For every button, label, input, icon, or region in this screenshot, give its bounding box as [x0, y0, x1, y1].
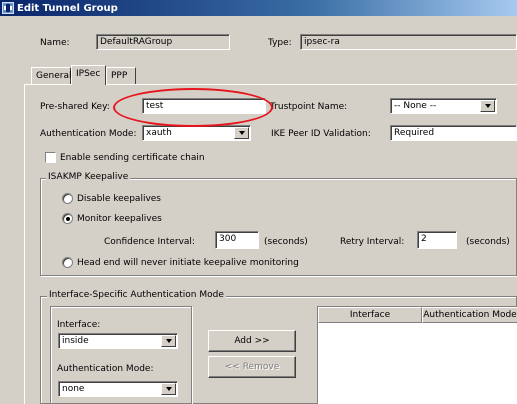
- psk-label: Pre-shared Key:: [40, 102, 110, 112]
- iface-auth-mode-label: Authentication Mode:: [57, 364, 154, 374]
- tab-ipsec-label: IPSec: [76, 69, 101, 79]
- chevron-down-icon[interactable]: [234, 127, 249, 139]
- trustpoint-label: Trustpoint Name:: [270, 102, 348, 112]
- table-header-interface[interactable]: Interface: [318, 307, 422, 323]
- trustpoint-select[interactable]: -- None --: [390, 98, 497, 114]
- head-end-label: Head end will never initiate keepalive m…: [77, 258, 299, 268]
- interface-auth-title: Interface-Specific Authentication Mode: [47, 290, 226, 301]
- interface-select[interactable]: inside: [58, 333, 178, 349]
- add-button[interactable]: Add >>: [208, 330, 296, 352]
- window-title: Edit Tunnel Group: [17, 2, 118, 14]
- remove-button[interactable]: << Remove: [208, 356, 296, 378]
- interface-value: inside: [62, 336, 89, 346]
- tab-general[interactable]: General: [31, 67, 71, 84]
- iface-auth-mode-value: none: [62, 384, 85, 394]
- trustpoint-value: -- None --: [394, 101, 437, 111]
- tunnel-group-icon: [2, 2, 14, 14]
- disable-keepalives-radio[interactable]: [62, 193, 73, 204]
- seconds-label: (seconds): [264, 237, 308, 247]
- ike-peer-select[interactable]: Required: [390, 125, 517, 141]
- ike-peer-value: Required: [394, 128, 435, 138]
- disable-keepalives-label: Disable keepalives: [77, 194, 161, 204]
- confidence-interval-label: Confidence Interval:: [104, 237, 195, 247]
- head-end-radio[interactable]: [62, 257, 73, 268]
- tab-ppp[interactable]: PPP: [106, 67, 136, 84]
- ike-peer-label: IKE Peer ID Validation:: [271, 129, 371, 139]
- title-bar[interactable]: Edit Tunnel Group: [0, 0, 517, 16]
- interface-auth-table[interactable]: Interface Authentication Mode: [317, 306, 517, 404]
- confidence-interval-input[interactable]: 300: [215, 231, 259, 249]
- name-label: Name:: [40, 38, 70, 48]
- type-field: ipsec-ra: [300, 34, 517, 50]
- monitor-keepalives-label: Monitor keepalives: [77, 214, 162, 224]
- retry-interval-label: Retry Interval:: [340, 237, 405, 247]
- isakmp-keepalive-title: ISAKMP Keepalive: [46, 172, 131, 183]
- table-header-auth-mode[interactable]: Authentication Mode: [422, 307, 517, 323]
- tab-general-label: General: [36, 71, 72, 81]
- cert-chain-checkbox[interactable]: [45, 152, 56, 163]
- tab-ipsec[interactable]: IPSec: [71, 65, 106, 85]
- iface-auth-mode-select[interactable]: none: [58, 381, 178, 397]
- chevron-down-icon[interactable]: [480, 100, 495, 112]
- seconds-label: (seconds): [466, 237, 510, 247]
- chevron-down-icon[interactable]: [161, 335, 176, 347]
- auth-mode-select[interactable]: xauth: [142, 125, 251, 141]
- type-label: Type:: [268, 38, 292, 48]
- chevron-down-icon[interactable]: [161, 383, 176, 395]
- retry-interval-input[interactable]: 2: [417, 231, 457, 249]
- interface-label: Interface:: [57, 320, 101, 330]
- auth-mode-label: Authentication Mode:: [40, 129, 137, 139]
- cert-chain-label: Enable sending certificate chain: [60, 153, 205, 163]
- auth-mode-value: xauth: [146, 128, 172, 138]
- monitor-keepalives-radio[interactable]: [62, 213, 73, 224]
- tab-ppp-label: PPP: [111, 71, 128, 81]
- name-field: DefaultRAGroup: [96, 34, 230, 50]
- psk-input[interactable]: test: [142, 98, 266, 114]
